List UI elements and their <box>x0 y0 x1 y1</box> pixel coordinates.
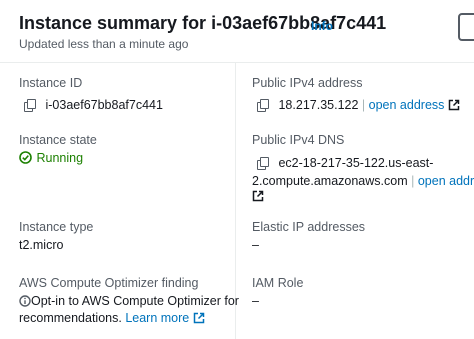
copy-icon[interactable] <box>257 157 269 170</box>
iam-role-label: IAM Role <box>252 276 304 290</box>
elastic-ip-label: Elastic IP addresses <box>252 220 366 234</box>
public-dns-line2: 2.compute.amazonaws.com | open address <box>252 174 474 188</box>
iam-role-value: – <box>252 294 259 308</box>
optimizer-label: AWS Compute Optimizer finding <box>19 276 199 290</box>
optimizer-text-2: recommendations. <box>19 311 122 325</box>
instance-state-label: Instance state <box>19 133 97 147</box>
public-ipv4-value: 18.217.35.122 | open address <box>257 98 460 112</box>
instance-type-value: t2.micro <box>19 238 64 252</box>
success-check-icon <box>19 151 32 164</box>
public-ipv4-label: Public IPv4 address <box>252 76 363 90</box>
public-dns-label: Public IPv4 DNS <box>252 133 345 147</box>
instance-state-value: Running <box>19 151 83 165</box>
instance-state-text: Running <box>36 151 84 165</box>
optimizer-text-1: Opt-in to AWS Compute Optimizer for <box>31 294 239 308</box>
info-link[interactable]: Info <box>311 19 333 33</box>
refresh-button[interactable] <box>458 13 474 41</box>
public-dns-text-1: ec2-18-217-35-122.us-east- <box>278 156 434 170</box>
open-address-link[interactable]: open address <box>369 98 445 112</box>
public-dns-text-2: 2.compute.amazonaws.com <box>252 174 408 188</box>
instance-id-text: i-03aef67bb8af7c441 <box>45 98 163 112</box>
public-dns-ext <box>252 189 264 203</box>
external-link-icon[interactable] <box>193 312 205 324</box>
open-address-link[interactable]: open address <box>418 174 474 188</box>
last-updated-text: Updated less than a minute ago <box>19 37 189 51</box>
elastic-ip-value: – <box>252 238 259 252</box>
separator: | <box>361 98 366 112</box>
learn-more-link[interactable]: Learn more <box>125 311 189 325</box>
instance-type-label: Instance type <box>19 220 94 234</box>
copy-icon[interactable] <box>24 99 36 112</box>
copy-icon[interactable] <box>257 99 269 112</box>
optimizer-line1: Opt-in to AWS Compute Optimizer for <box>19 294 239 308</box>
optimizer-line2: recommendations. Learn more <box>19 311 205 325</box>
summary-header: Instance summary for i-03aef67bb8af7c441… <box>0 0 474 63</box>
separator: | <box>411 174 415 188</box>
public-dns-line1: ec2-18-217-35-122.us-east- <box>257 156 433 170</box>
external-link-icon[interactable] <box>252 190 264 202</box>
public-ipv4-text: 18.217.35.122 <box>278 98 359 112</box>
instance-id-value: i-03aef67bb8af7c441 <box>24 98 163 112</box>
external-link-icon[interactable] <box>448 99 460 111</box>
instance-id-label: Instance ID <box>19 76 83 90</box>
info-circle-icon <box>19 295 31 307</box>
